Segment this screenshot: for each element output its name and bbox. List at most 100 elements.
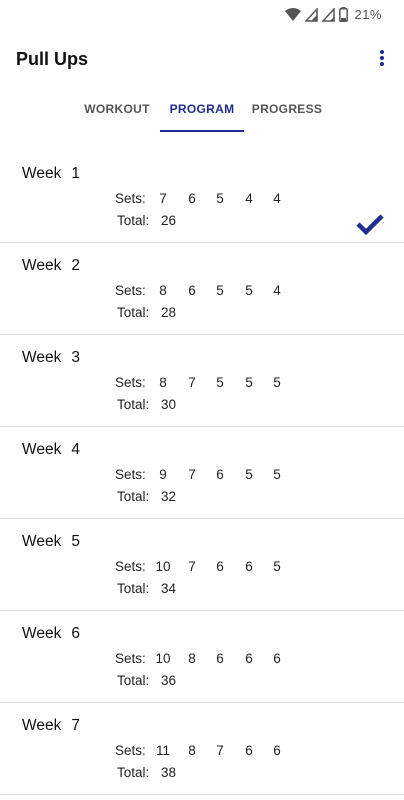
total-line: Total: 28 xyxy=(117,305,176,320)
total-line: Total: 30 xyxy=(117,397,176,412)
tab-workout[interactable]: WORKOUT xyxy=(74,92,160,132)
week-row[interactable]: Week 5 Sets: 10 7 6 6 5 Total: 34 xyxy=(0,519,404,611)
set-value: 8 xyxy=(188,743,196,758)
week-list: Week 1 Sets: 7 6 5 4 4 Total: 26 Week 2 Sets: 8 6 5 5 4 To… xyxy=(0,151,404,795)
signal-icon xyxy=(305,7,319,22)
set-value: 10 xyxy=(155,651,171,666)
week-number: 6 xyxy=(71,625,80,642)
total-label: Total: xyxy=(117,397,150,412)
week-number: 2 xyxy=(71,257,80,274)
tab-program[interactable]: PROGRAM xyxy=(160,92,244,132)
total-label: Total: xyxy=(117,673,150,688)
total-line: Total: 34 xyxy=(117,581,176,596)
checkmark-icon xyxy=(356,214,384,235)
set-value: 9 xyxy=(159,467,167,482)
set-value: 7 xyxy=(216,743,224,758)
set-value: 5 xyxy=(245,467,253,482)
week-row[interactable]: Week 7 Sets: 11 8 7 6 6 Total: 38 xyxy=(0,703,404,795)
set-value: 10 xyxy=(155,559,171,574)
set-value: 5 xyxy=(216,191,224,206)
battery-percent: 21% xyxy=(354,7,382,22)
week-label: Week xyxy=(22,349,62,366)
sets-label: Sets: xyxy=(115,191,146,206)
set-value: 4 xyxy=(245,191,253,206)
week-row[interactable]: Week 3 Sets: 8 7 5 5 5 Total: 30 xyxy=(0,335,404,427)
week-number: 7 xyxy=(71,717,80,734)
set-value: 8 xyxy=(159,283,167,298)
sets-label: Sets: xyxy=(115,559,146,574)
total-line: Total: 38 xyxy=(117,765,176,780)
set-value: 6 xyxy=(245,743,253,758)
total-value: 28 xyxy=(161,305,177,320)
week-number: 4 xyxy=(71,441,80,458)
week-row[interactable]: Week 6 Sets: 10 8 6 6 6 Total: 36 xyxy=(0,611,404,703)
total-value: 36 xyxy=(161,673,177,688)
battery-icon xyxy=(339,7,349,22)
sets-label: Sets: xyxy=(115,375,146,390)
week-title: Week 3 xyxy=(22,349,80,367)
overflow-menu-icon[interactable] xyxy=(374,48,390,72)
week-title: Week 6 xyxy=(22,625,80,643)
set-value: 8 xyxy=(159,375,167,390)
week-number: 5 xyxy=(71,533,80,550)
total-line: Total: 36 xyxy=(117,673,176,688)
set-value: 6 xyxy=(188,191,196,206)
sets-line: Sets: 7 6 5 4 4 xyxy=(115,191,281,206)
sets-label: Sets: xyxy=(115,283,146,298)
set-value: 7 xyxy=(159,191,167,206)
total-label: Total: xyxy=(117,765,150,780)
set-value: 6 xyxy=(216,467,224,482)
set-value: 7 xyxy=(188,559,196,574)
week-number: 1 xyxy=(71,165,80,182)
total-label: Total: xyxy=(117,581,150,596)
week-label: Week xyxy=(22,441,62,458)
total-line: Total: 26 xyxy=(117,213,176,228)
week-row[interactable]: Week 4 Sets: 9 7 6 5 5 Total: 32 xyxy=(0,427,404,519)
set-value: 6 xyxy=(216,651,224,666)
sets-label: Sets: xyxy=(115,651,146,666)
set-value: 5 xyxy=(245,283,253,298)
set-value: 5 xyxy=(216,375,224,390)
set-value: 6 xyxy=(245,559,253,574)
status-bar: 21% xyxy=(0,0,404,30)
sets-line: Sets: 11 8 7 6 6 xyxy=(115,743,281,758)
week-title: Week 2 xyxy=(22,257,80,275)
total-value: 38 xyxy=(161,765,177,780)
tab-bar: WORKOUT PROGRAM PROGRESS xyxy=(0,92,404,132)
sets-label: Sets: xyxy=(115,467,146,482)
set-value: 5 xyxy=(273,375,281,390)
signal-icon xyxy=(322,7,336,22)
week-label: Week xyxy=(22,165,62,182)
wifi-icon xyxy=(285,7,302,21)
week-title: Week 5 xyxy=(22,533,80,551)
week-row[interactable]: Week 1 Sets: 7 6 5 4 4 Total: 26 xyxy=(0,151,404,243)
week-number: 3 xyxy=(71,349,80,366)
sets-line: Sets: 10 7 6 6 5 xyxy=(115,559,281,574)
set-value: 8 xyxy=(188,651,196,666)
status-icons: 21% xyxy=(285,7,382,22)
set-value: 6 xyxy=(273,743,281,758)
set-value: 5 xyxy=(245,375,253,390)
total-value: 30 xyxy=(161,397,177,412)
set-value: 6 xyxy=(188,283,196,298)
app-bar: Pull Ups xyxy=(0,40,404,80)
week-label: Week xyxy=(22,257,62,274)
week-row[interactable]: Week 2 Sets: 8 6 5 5 4 Total: 28 xyxy=(0,243,404,335)
tab-progress[interactable]: PROGRESS xyxy=(244,92,330,132)
week-label: Week xyxy=(22,717,62,734)
set-value: 6 xyxy=(273,651,281,666)
set-value: 5 xyxy=(273,559,281,574)
set-value: 6 xyxy=(245,651,253,666)
sets-label: Sets: xyxy=(115,743,146,758)
week-title: Week 1 xyxy=(22,165,80,183)
total-label: Total: xyxy=(117,489,150,504)
week-label: Week xyxy=(22,533,62,550)
sets-line: Sets: 8 7 5 5 5 xyxy=(115,375,281,390)
week-label: Week xyxy=(22,625,62,642)
set-value: 7 xyxy=(188,467,196,482)
set-value: 5 xyxy=(273,467,281,482)
set-value: 4 xyxy=(273,191,281,206)
sets-line: Sets: 8 6 5 5 4 xyxy=(115,283,281,298)
set-value: 7 xyxy=(188,375,196,390)
set-value: 6 xyxy=(216,559,224,574)
